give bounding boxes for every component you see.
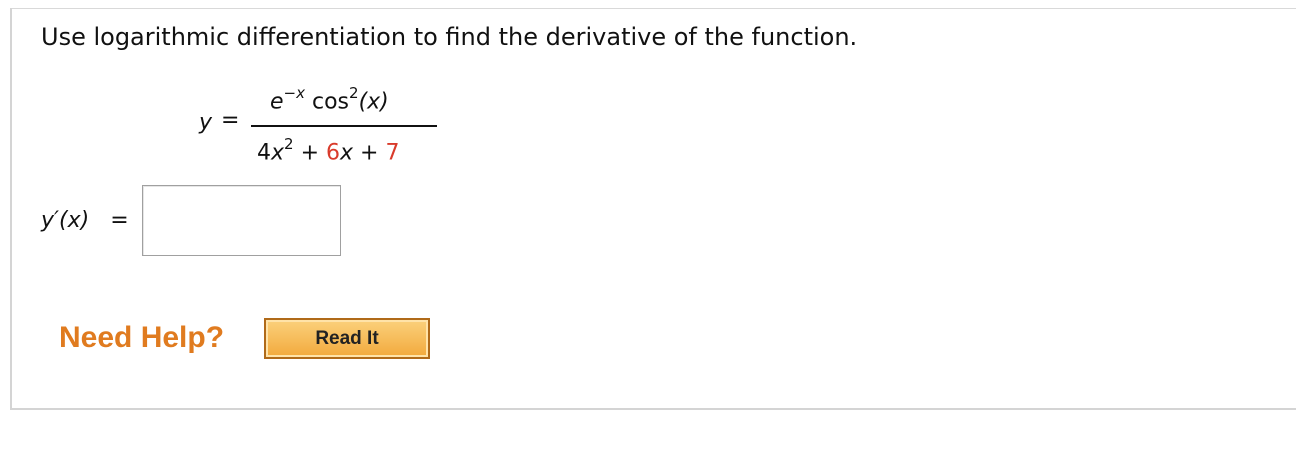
read-it-button[interactable]: Read It (264, 318, 430, 359)
term2-coef: 6 (326, 140, 340, 166)
fraction-numerator: e−x cos2(x) (270, 84, 389, 115)
answer-label-text: y′(x) (41, 208, 90, 233)
term2-var: x (340, 140, 354, 166)
term1-coef: 4 (257, 140, 271, 166)
need-help-label: Need Help? (59, 321, 225, 354)
exp-base: e (270, 89, 284, 115)
plus-2: + (353, 140, 386, 166)
term1-power: 2 (284, 135, 294, 153)
answer-input[interactable] (142, 185, 341, 256)
answer-label: y′(x) = (41, 208, 129, 233)
fraction-bar (251, 125, 437, 127)
equation-equals: = (221, 108, 240, 133)
trig-func: cos (312, 89, 350, 115)
answer-equals: = (110, 208, 129, 233)
exp-power: −x (283, 84, 305, 102)
fraction-denominator: 4x2 + 6x + 7 (257, 135, 400, 166)
term3: 7 (385, 140, 400, 166)
plus-1: + (293, 140, 326, 166)
term1-var: x (271, 140, 285, 166)
equation-lhs: y (199, 110, 213, 135)
trig-power: 2 (349, 84, 359, 102)
trig-argument: (x) (358, 89, 389, 115)
question-prompt: Use logarithmic differentiation to find … (41, 23, 858, 51)
